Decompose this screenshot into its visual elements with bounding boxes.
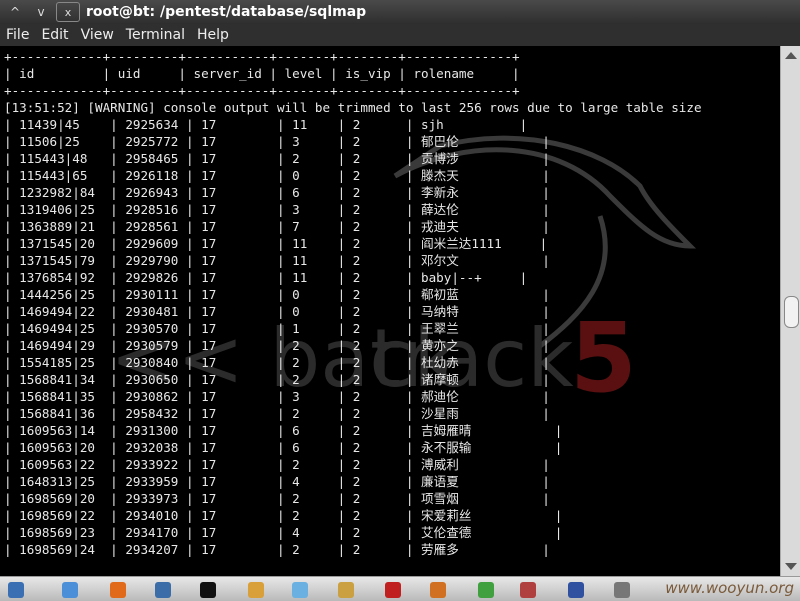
terminal-line: | 1568841|36 | 2958432 | 17 | 2 | 2 | 沙星…	[4, 406, 550, 421]
terminal-line: | 1609563|22 | 2933922 | 17 | 2 | 2 | 溥威…	[4, 457, 550, 472]
terminal-text: +------------+---------+-----------+----…	[4, 48, 774, 558]
terminal-line: | 1609563|20 | 2932038 | 17 | 6 | 2 | 永不…	[4, 440, 563, 455]
watermark-text: www.wooyun.org	[665, 579, 794, 597]
game-icon[interactable]	[430, 582, 446, 598]
terminal-line: | 1648313|25 | 2933959 | 17 | 4 | 2 | 廉语…	[4, 474, 550, 489]
scroll-thumb[interactable]	[784, 296, 799, 328]
terminal-output[interactable]: << back track 5 +------------+---------+…	[0, 46, 780, 576]
close-button[interactable]: x	[56, 2, 80, 22]
terminal-line: | 11439|45 | 2925634 | 17 | 11 | 2 | sjh…	[4, 117, 528, 132]
tool-icon[interactable]	[478, 582, 494, 598]
terminal-line: +------------+---------+-----------+----…	[4, 83, 520, 98]
terminal-line: | 1232982|84 | 2926943 | 17 | 6 | 2 | 李新…	[4, 185, 550, 200]
terminal-line: | 1319406|25 | 2928516 | 17 | 3 | 2 | 薛达…	[4, 202, 550, 217]
terminal-line: | 1554185|25 | 2930840 | 17 | 2 | 2 | 杜幼…	[4, 355, 550, 370]
terminal-line: | 115443|65 | 2926118 | 17 | 0 | 2 | 滕杰天…	[4, 168, 550, 183]
terminal-line: | 1376854|92 | 2929826 | 17 | 11 | 2 | b…	[4, 270, 528, 285]
qq-icon[interactable]	[200, 582, 216, 598]
chat-icon[interactable]	[292, 582, 308, 598]
terminal-line: | 1371545|20 | 2929609 | 17 | 11 | 2 | 阎…	[4, 236, 548, 251]
menu-view[interactable]: View	[75, 27, 120, 43]
browser-icon[interactable]	[62, 582, 78, 598]
python-icon[interactable]	[155, 582, 171, 598]
terminal-line: | 1698569|24 | 2934207 | 17 | 2 | 2 | 劳雁…	[4, 542, 550, 557]
terminal-line: | 1698569|20 | 2933973 | 17 | 2 | 2 | 项雪…	[4, 491, 550, 506]
scroll-down-arrow-icon[interactable]	[785, 563, 797, 570]
app-icon[interactable]	[248, 582, 264, 598]
firefox-icon[interactable]	[110, 582, 126, 598]
menu-help[interactable]: Help	[191, 27, 235, 43]
terminal-line: | 11506|25 | 2925772 | 17 | 3 | 2 | 郁巴伦 …	[4, 134, 550, 149]
title-bar: ^ v x root@bt: /pentest/database/sqlmap	[0, 0, 800, 24]
maximize-button[interactable]: v	[30, 3, 52, 21]
terminal-line: | 1568841|35 | 2930862 | 17 | 3 | 2 | 郝迪…	[4, 389, 550, 404]
terminal-line: +------------+---------+-----------+----…	[4, 49, 520, 64]
terminal-line: | 1371545|79 | 2929790 | 17 | 11 | 2 | 邓…	[4, 253, 550, 268]
minimize-button[interactable]: ^	[4, 3, 26, 21]
terminal-line: | 1698569|22 | 2934010 | 17 | 2 | 2 | 宋爱…	[4, 508, 563, 523]
menu-icon[interactable]	[8, 582, 24, 598]
folder-icon[interactable]	[338, 582, 354, 598]
media-icon[interactable]	[385, 582, 401, 598]
terminal-line: | 1363889|21 | 2928561 | 17 | 7 | 2 | 戎迪…	[4, 219, 550, 234]
menu-file[interactable]: File	[0, 27, 35, 43]
app4-icon[interactable]	[614, 582, 630, 598]
app2-icon[interactable]	[520, 582, 536, 598]
terminal-line: | 1444256|25 | 2930111 | 17 | 0 | 2 | 郗初…	[4, 287, 550, 302]
window-title: root@bt: /pentest/database/sqlmap	[86, 4, 367, 20]
terminal-line: | 1609563|14 | 2931300 | 17 | 6 | 2 | 吉姆…	[4, 423, 563, 438]
terminal-line: | 1698569|23 | 2934170 | 17 | 4 | 2 | 艾伦…	[4, 525, 563, 540]
terminal-line: | 1469494|29 | 2930579 | 17 | 2 | 2 | 黄亦…	[4, 338, 550, 353]
menu-edit[interactable]: Edit	[35, 27, 74, 43]
taskbar: www.wooyun.org	[0, 576, 800, 601]
terminal-line: [13:51:52] [WARNING] console output will…	[4, 100, 702, 115]
terminal-line: | 1469494|22 | 2930481 | 17 | 0 | 2 | 马纳…	[4, 304, 550, 319]
menu-terminal[interactable]: Terminal	[120, 27, 191, 43]
app3-icon[interactable]	[568, 582, 584, 598]
menu-bar: File Edit View Terminal Help	[0, 24, 800, 46]
terminal-scrollbar[interactable]	[780, 46, 800, 576]
terminal-line: | 115443|48 | 2958465 | 17 | 2 | 2 | 贡博涉…	[4, 151, 550, 166]
terminal-line: | 1469494|25 | 2930570 | 17 | 1 | 2 | 王翠…	[4, 321, 550, 336]
terminal-line: | id | uid | server_id | level | is_vip …	[4, 66, 520, 81]
terminal-line: | 1568841|34 | 2930650 | 17 | 2 | 2 | 诸摩…	[4, 372, 550, 387]
scroll-up-arrow-icon[interactable]	[785, 52, 797, 59]
